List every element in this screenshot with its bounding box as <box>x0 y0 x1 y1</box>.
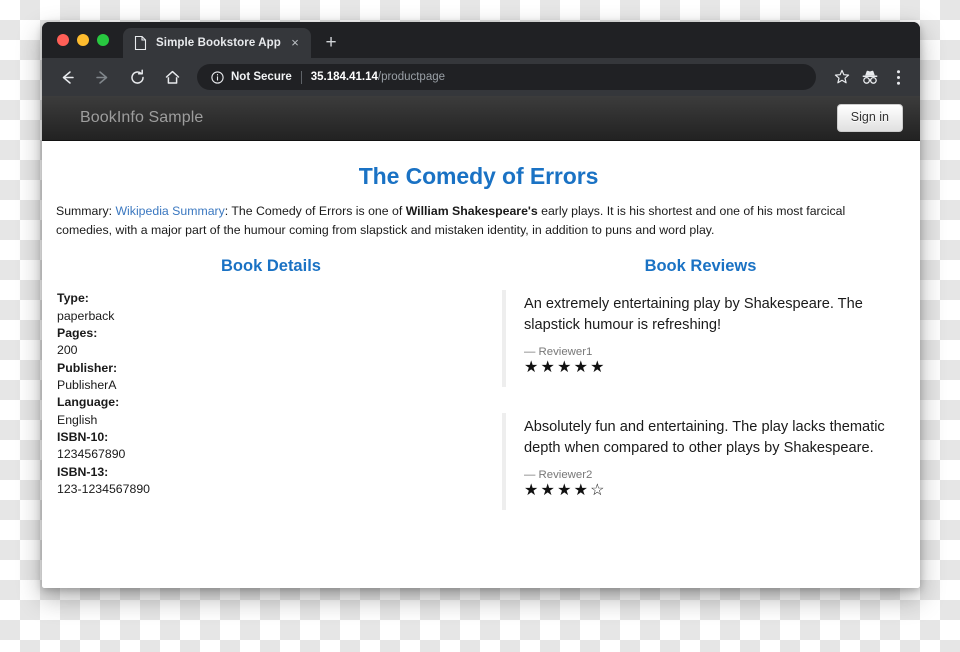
home-icon[interactable] <box>159 64 185 90</box>
book-reviews-column: Book Reviews An extremely entertaining p… <box>495 257 902 535</box>
book-details-column: Book Details Type: paperback Pages: 200 Publ… <box>55 257 495 535</box>
info-circle-icon[interactable] <box>211 70 224 84</box>
star-rating-icon: ★★★★☆ <box>524 481 607 499</box>
incognito-icon[interactable] <box>858 65 882 89</box>
window-traffic-lights <box>54 22 123 58</box>
url-path: /productpage <box>377 71 446 83</box>
book-details-list: Type: paperback Pages: 200 Publisher: Publish… <box>55 290 487 498</box>
page-icon <box>133 36 147 50</box>
detail-item: Publisher: PublisherA <box>57 360 487 395</box>
window-minimize-button[interactable] <box>77 34 89 46</box>
book-summary: Summary: Wikipedia Summary: The Comedy o… <box>55 202 902 239</box>
detail-value: PublisherA <box>57 378 117 393</box>
bookmark-star-icon[interactable] <box>830 65 854 89</box>
sign-in-button[interactable]: Sign in <box>836 104 903 132</box>
page-title: The Comedy of Errors <box>358 163 599 189</box>
new-tab-button[interactable]: + <box>317 29 345 57</box>
book-reviews-heading: Book Reviews <box>644 257 757 276</box>
window-maximize-button[interactable] <box>97 34 109 46</box>
security-status-label: Not Secure <box>231 71 292 83</box>
book-details-heading: Book Details <box>221 257 321 276</box>
detail-value: paperback <box>57 308 115 323</box>
detail-item: ISBN-10: 1234567890 <box>57 429 487 464</box>
browser-tab-title: Simple Bookstore App <box>156 37 281 49</box>
detail-key: Language: <box>57 395 120 410</box>
detail-key: ISBN-13: <box>57 464 109 479</box>
site-navbar: BookInfo Sample Sign in <box>42 96 920 141</box>
detail-item: Type: paperback <box>57 290 487 325</box>
browser-tab-active[interactable]: Simple Bookstore App × <box>123 28 311 58</box>
detail-key: Type: <box>57 291 89 306</box>
review-author: — Reviewer1 <box>524 346 593 359</box>
window-close-button[interactable] <box>57 34 69 46</box>
detail-item: Pages: 200 <box>57 325 487 360</box>
summary-author-bold: William Shakespeare's <box>405 204 538 218</box>
back-icon[interactable] <box>54 64 80 90</box>
detail-value: 1234567890 <box>57 447 126 462</box>
content-columns: Book Details Type: paperback Pages: 200 Publ… <box>55 257 902 535</box>
detail-key: Pages: <box>57 326 98 341</box>
forward-icon[interactable] <box>89 64 115 90</box>
summary-after-link: : The Comedy of Errors is one of <box>224 204 406 218</box>
review-text: An extremely entertaining play by Shakes… <box>524 296 863 334</box>
browser-tab-strip: Simple Bookstore App × + <box>42 22 920 58</box>
url-host: 35.184.41.14 <box>310 71 378 83</box>
address-bar[interactable]: Not Secure 35.184.41.14 /productpage <box>197 64 816 90</box>
review-item: An extremely entertaining play by Shakes… <box>502 290 902 387</box>
reload-icon[interactable] <box>124 64 150 90</box>
review-author: — Reviewer2 <box>524 468 593 481</box>
detail-value: 123-1234567890 <box>57 481 151 496</box>
detail-item: Language: English <box>57 394 487 429</box>
detail-key: Publisher: <box>57 360 118 375</box>
wikipedia-summary-link[interactable]: Wikipedia Summary <box>115 204 224 218</box>
page-content: The Comedy of Errors Summary: Wikipedia … <box>42 141 920 536</box>
review-text: Absolutely fun and entertaining. The pla… <box>524 418 885 456</box>
star-rating-icon: ★★★★★ <box>524 359 607 377</box>
detail-item: ISBN-13: 123-1234567890 <box>57 464 487 499</box>
detail-value: English <box>57 412 98 427</box>
book-reviews-list: An extremely entertaining play by Shakes… <box>499 290 902 510</box>
browser-toolbar: Not Secure 35.184.41.14 /productpage <box>42 58 920 96</box>
close-icon[interactable]: × <box>287 35 303 51</box>
site-brand[interactable]: BookInfo Sample <box>80 108 837 128</box>
overflow-menu-icon[interactable] <box>886 65 910 89</box>
review-item: Absolutely fun and entertaining. The pla… <box>502 412 902 510</box>
page-viewport: BookInfo Sample Sign in The Comedy of Er… <box>42 96 920 588</box>
summary-prefix: Summary: <box>56 204 116 218</box>
detail-value: 200 <box>57 343 78 358</box>
detail-key: ISBN-10: <box>57 430 109 444</box>
browser-window: Simple Bookstore App × + Not Secure 35.1… <box>42 22 920 588</box>
omnibox-divider <box>300 70 302 84</box>
